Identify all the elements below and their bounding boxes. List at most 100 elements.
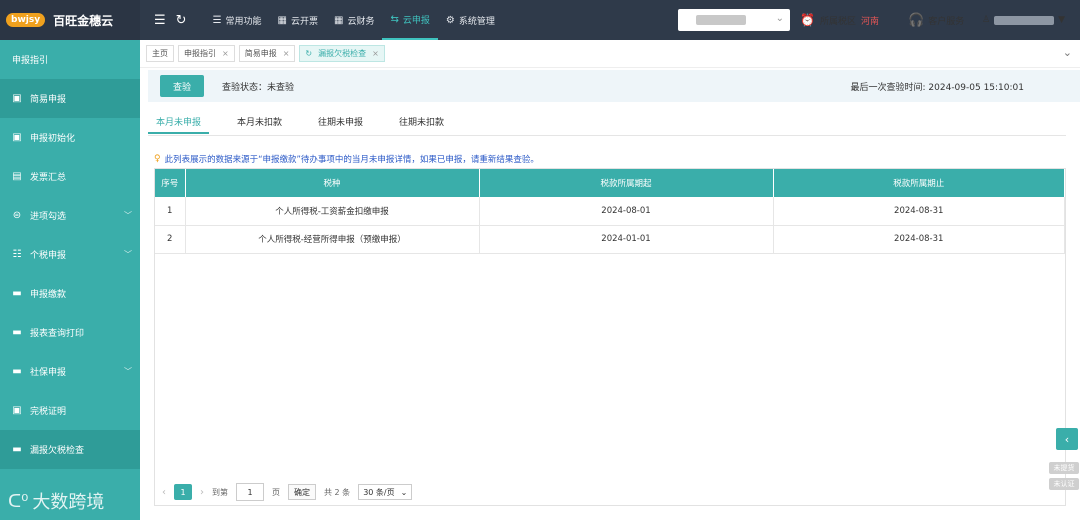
float-tag-0[interactable]: 未提货 — [1049, 462, 1079, 474]
goto-confirm-button[interactable]: 确定 — [288, 484, 316, 500]
prev-page-icon[interactable]: ‹ — [162, 487, 166, 498]
sidebar-icon: ☷ — [12, 249, 22, 260]
topnav-item-1[interactable]: ▦ 云开票 — [270, 0, 326, 40]
page-tab-1[interactable]: 申报指引 × — [178, 45, 235, 62]
page-tabs: 主页 申报指引 × 简易申报 × ↻ 漏报欠税检查 × ⌄ — [140, 40, 1080, 68]
sidebar-item-label: 申报指引 — [12, 56, 49, 66]
table-header-row: 序号 税种 税款所属期起 税款所属期止 — [155, 169, 1065, 197]
logo[interactable]: bwjsy 百旺金穗云 — [0, 0, 140, 40]
sidebar-item-0[interactable]: 申报指引 — [0, 40, 140, 79]
topnav-item-2[interactable]: ▦ 云财务 — [326, 0, 382, 40]
sidebar-icon: ▬ — [12, 444, 22, 455]
page-number-current[interactable]: 1 — [174, 484, 192, 500]
sidebar-item-label: 完税证明 — [30, 407, 67, 417]
goto-label: 到第 — [212, 487, 228, 497]
pagination: ‹ 1 › 到第 1 页 确定 共 2 条 30 条/页 ⌄ — [162, 483, 413, 501]
sidebar-item-label: 漏报欠税检查 — [30, 446, 85, 456]
chevron-down-icon: ﹀ — [124, 367, 132, 376]
sidebar-icon: ▣ — [12, 93, 22, 104]
sidebar-item-7[interactable]: ▬ 报表查询打印 — [0, 313, 140, 352]
sidebar-icon: ▣ — [12, 132, 22, 143]
sidebar-item-9[interactable]: ▣ 完税证明 — [0, 391, 140, 430]
sidebar-icon: ▬ — [12, 327, 22, 338]
menu-icon[interactable]: ☰ — [154, 13, 166, 28]
topnav-item-4[interactable]: ⚙ 系统管理 — [438, 0, 503, 40]
caret-down-icon: ▼ — [1058, 15, 1065, 25]
sidebar-item-6[interactable]: ▬ 申报缴款 — [0, 274, 140, 313]
sidebar-item-3[interactable]: ▤ 发票汇总 — [0, 157, 140, 196]
service-label: 客户服务 — [928, 16, 965, 27]
check-bar: 查验 查验状态：未查验 最后一次查验时间: 2024-09-05 15:10:0… — [148, 70, 1080, 102]
page-tab-label: 简易申报 — [244, 49, 277, 58]
col-header-index: 序号 — [155, 169, 186, 197]
sidebar-item-5[interactable]: ☷ 个税申报 ﹀ — [0, 235, 140, 274]
sidebar-icon: ▬ — [12, 366, 22, 377]
collapse-panel-button[interactable]: ‹ — [1056, 428, 1078, 450]
tax-region[interactable]: ⏰ 所属税区 河南 — [800, 0, 879, 40]
alarm-clock-icon: ⏰ — [800, 13, 815, 27]
close-icon[interactable]: × — [372, 49, 379, 58]
user-name-redacted — [994, 15, 1055, 25]
logo-badge: bwjsy — [6, 13, 46, 27]
refresh-icon[interactable]: ↻ — [176, 13, 187, 28]
sidebar-item-1[interactable]: ▣ 简易申报 — [0, 79, 140, 118]
notice: ♀ 此列表展示的数据来源于“申报缴款”待办事项中的当月未申报详情，如果已申报，请… — [154, 153, 539, 165]
sidebar-item-8[interactable]: ▬ 社保申报 ﹀ — [0, 352, 140, 391]
chevron-down-icon: ⌄ — [775, 13, 784, 24]
sidebar-item-4[interactable]: ⊜ 进项勾选 ﹀ — [0, 196, 140, 235]
page-tab-label: 主页 — [152, 49, 168, 58]
chevron-down-icon: ﹀ — [124, 211, 132, 220]
customer-service[interactable]: 🎧 客户服务 — [908, 0, 964, 40]
company-select[interactable]: ⌄ — [678, 9, 790, 31]
user-menu[interactable]: ♙ ▼ — [982, 0, 1065, 40]
cell-period-start: 2024-01-01 — [479, 225, 774, 254]
float-tag-1[interactable]: 未认证 — [1049, 478, 1079, 490]
nav-icon: ☰ — [212, 14, 222, 26]
table-row[interactable]: 2 个人所得税-经营所得申报（预缴申报） 2024-01-01 2024-08-31 — [155, 225, 1065, 254]
cell-period-start: 2024-08-01 — [479, 197, 774, 226]
sub-tab-0[interactable]: 本月未申报 — [148, 114, 210, 134]
total-count: 共 2 条 — [324, 487, 351, 497]
sidebar-item-label: 社保申报 — [30, 368, 67, 378]
notice-text: 此列表展示的数据来源于“申报缴款”待办事项中的当月未申报详情，如果已申报，请重新… — [164, 155, 539, 165]
headset-icon: 🎧 — [908, 12, 925, 28]
nav-icon: ⚙ — [445, 14, 455, 26]
page-tab-2[interactable]: 简易申报 × — [238, 45, 296, 62]
check-button[interactable]: 查验 — [160, 75, 204, 97]
sidebar-item-10[interactable]: ▬ 漏报欠税检查 — [0, 430, 140, 469]
sidebar-item-2[interactable]: ▣ 申报初始化 — [0, 118, 140, 157]
page-unit-label: 页 — [272, 487, 280, 497]
page-size-select[interactable]: 30 条/页 ⌄ — [358, 484, 413, 500]
page-tab-0[interactable]: 主页 — [146, 45, 174, 62]
col-header-tax-type: 税种 — [185, 169, 480, 197]
close-icon[interactable]: × — [222, 49, 229, 58]
page-tab-label: 申报指引 — [184, 49, 216, 58]
sidebar-icon: ▬ — [12, 288, 22, 299]
close-icon[interactable]: × — [283, 49, 290, 58]
sub-tab-1[interactable]: 本月未扣款 — [229, 114, 290, 134]
brand-name: 百旺金穗云 — [53, 13, 114, 28]
region-label: 所属税区 — [819, 16, 856, 27]
topnav-label: 常用功能 — [225, 16, 262, 27]
sub-tab-3[interactable]: 往期未扣款 — [391, 114, 452, 134]
cell-index: 2 — [155, 225, 186, 254]
goto-page-input[interactable]: 1 — [236, 483, 264, 501]
table-row[interactable]: 1 个人所得税-工资薪金扣缴申报 2024-08-01 2024-08-31 — [155, 197, 1065, 226]
data-table: 序号 税种 税款所属期起 税款所属期止 1 个人所得税-工资薪金扣缴申报 2024-… — [154, 168, 1066, 506]
sidebar-item-label: 进项勾选 — [30, 212, 67, 222]
sidebar-item-label: 申报初始化 — [30, 134, 76, 144]
user-icon: ♙ — [982, 15, 991, 25]
chevron-down-icon[interactable]: ⌄ — [1063, 46, 1072, 59]
topnav-item-0[interactable]: ☰ 常用功能 — [205, 0, 270, 40]
col-header-period-end: 税款所属期止 — [773, 169, 1065, 197]
sub-tab-2[interactable]: 往期未申报 — [310, 114, 371, 134]
next-page-icon[interactable]: › — [200, 487, 204, 498]
divider — [148, 135, 1066, 136]
page-tab-label: 漏报欠税检查 — [318, 49, 367, 58]
cell-period-end: 2024-08-31 — [773, 225, 1065, 254]
refresh-icon[interactable]: ↻ — [305, 49, 312, 58]
top-nav: ☰ 常用功能 ▦ 云开票 ▦ 云财务 ⇆ 云申报 ⚙ 系统管理 — [205, 0, 503, 40]
topnav-item-3[interactable]: ⇆ 云申报 — [382, 0, 438, 40]
page-tab-3[interactable]: ↻ 漏报欠税检查 × — [299, 45, 385, 62]
watermark-logo-icon: ᑕ⁰ — [8, 490, 29, 512]
